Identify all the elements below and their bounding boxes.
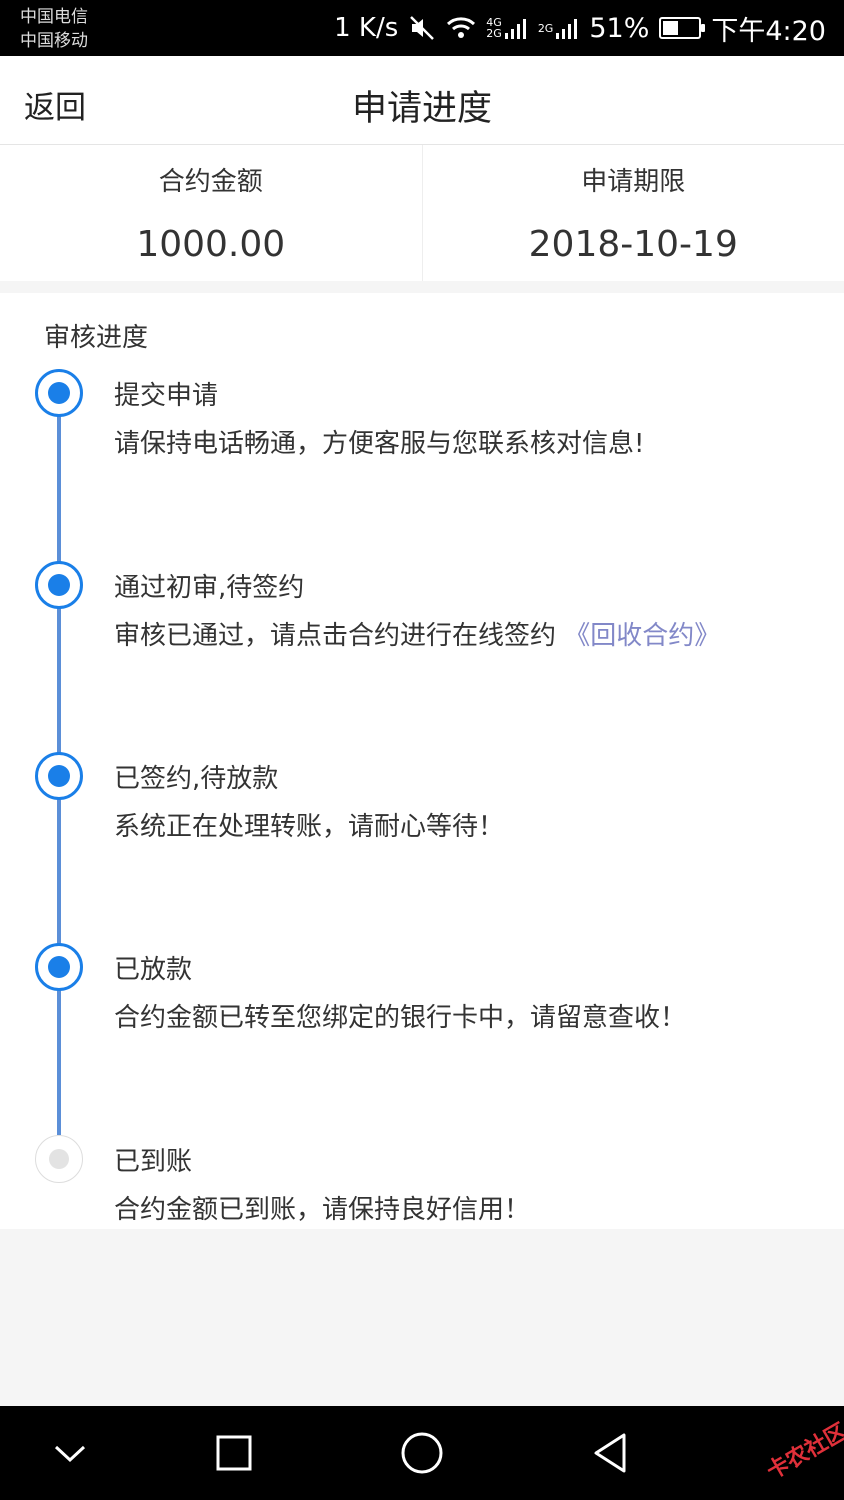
page-title: 申请进度 xyxy=(351,89,492,129)
step-title: 提交申请 xyxy=(114,381,219,411)
square-icon[interactable] xyxy=(174,1406,294,1500)
battery-fill xyxy=(663,21,679,35)
status-bar: 中国电信 中国移动 1 K/s 4G 2G 2G 51% 下午4:20 xyxy=(0,0,844,56)
timeline-step: 已到账 合约金额已到账，请保持良好信用！ xyxy=(0,1135,844,1255)
step-title: 已签约,待放款 xyxy=(114,764,279,794)
timeline-step: 已放款 合约金额已转至您绑定的银行卡中，请留意查收！ xyxy=(0,943,844,1063)
clock: 下午4:20 xyxy=(711,15,826,47)
timeline-step: 提交申请 请保持电话畅通，方便客服与您联系核对信息! xyxy=(0,369,844,489)
step-desc: 合约金额已转至您绑定的银行卡中，请留意查收！ xyxy=(114,1003,687,1033)
net-speed: 1 K/s xyxy=(334,13,399,43)
term-cell: 申请期限 2018-10-19 xyxy=(421,145,844,281)
signal-icon: 4G 2G xyxy=(486,16,528,40)
amount-label: 合约金额 xyxy=(158,167,263,197)
carrier-2: 中国移动 xyxy=(20,31,88,51)
signal-tag-bottom: 2G xyxy=(486,27,502,40)
step-dot-active xyxy=(35,561,83,609)
wifi-icon xyxy=(446,15,476,41)
step-title: 已到账 xyxy=(114,1147,193,1177)
step-desc: 系统正在处理转账，请耐心等待！ xyxy=(114,812,505,842)
watermark: 卡农社区 xyxy=(762,1419,844,1485)
step-dot-inactive xyxy=(35,1135,83,1183)
progress-section: 审核进度 提交申请 请保持电话畅通，方便客服与您联系核对信息! 通过初审,待签约… xyxy=(0,293,844,1229)
battery-percent: 51% xyxy=(589,12,650,44)
amount-cell: 合约金额 1000.00 xyxy=(0,145,422,281)
step-dot-active xyxy=(35,369,83,417)
step-dot-active xyxy=(35,752,83,800)
circle-icon[interactable] xyxy=(362,1406,482,1500)
carrier-1: 中国电信 xyxy=(20,7,88,27)
timeline-step: 通过初审,待签约 审核已通过，请点击合约进行在线签约 《回收合约》 xyxy=(0,561,844,681)
summary-panel: 合约金额 1000.00 申请期限 2018-10-19 xyxy=(0,145,844,281)
contract-link[interactable]: 《回收合约》 xyxy=(564,621,720,651)
step-desc: 合约金额已到账，请保持良好信用！ xyxy=(114,1195,531,1225)
carrier-info: 中国电信 中国移动 xyxy=(20,5,88,53)
amount-value: 1000.00 xyxy=(136,224,286,265)
term-label: 申请期限 xyxy=(581,167,686,197)
term-value: 2018-10-19 xyxy=(528,224,738,265)
step-desc: 审核已通过，请点击合约进行在线签约 xyxy=(114,621,565,651)
step-desc: 请保持电话畅通，方便客服与您联系核对信息! xyxy=(114,429,645,459)
chevron-down-icon[interactable] xyxy=(10,1406,130,1500)
signal-icon: 2G xyxy=(538,16,580,40)
mute-icon xyxy=(408,14,436,42)
status-icons: 1 K/s 4G 2G 2G 51% 下午4:20 xyxy=(334,0,826,56)
header: 返回 申请进度 xyxy=(0,56,844,145)
step-title: 通过初审,待签约 xyxy=(114,573,305,603)
battery-icon xyxy=(659,17,706,39)
step-desc-wrap: 审核已通过，请点击合约进行在线签约 《回收合约》 xyxy=(114,615,720,652)
step-dot-active xyxy=(35,943,83,991)
back-triangle-icon[interactable] xyxy=(550,1406,670,1500)
signal-tag: 2G xyxy=(537,21,554,35)
step-title: 已放款 xyxy=(114,955,193,985)
section-title: 审核进度 xyxy=(44,323,149,353)
system-nav-bar: 卡农社区 xyxy=(0,1406,844,1500)
timeline-step: 已签约,待放款 系统正在处理转账，请耐心等待！ xyxy=(0,752,844,872)
